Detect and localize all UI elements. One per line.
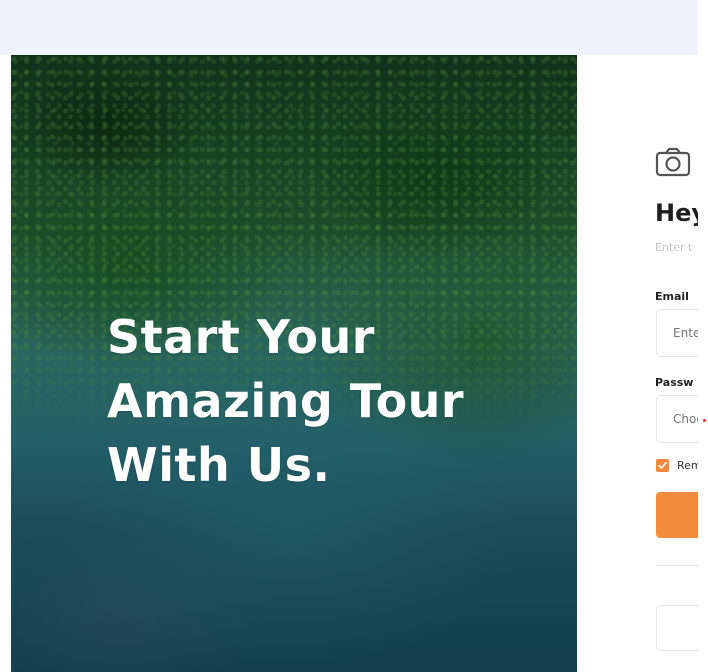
email-label: Email bbox=[655, 290, 689, 303]
secondary-button[interactable] bbox=[656, 605, 698, 651]
remember-me-row[interactable]: Rem bbox=[656, 459, 698, 472]
remember-me-checkbox[interactable] bbox=[656, 459, 669, 472]
submit-button[interactable] bbox=[656, 492, 698, 538]
checkmark-icon bbox=[658, 462, 667, 469]
form-divider bbox=[656, 565, 698, 566]
right-edge-strip bbox=[698, 0, 708, 672]
remember-me-label: Rem bbox=[677, 459, 698, 472]
password-label: Passw bbox=[655, 376, 694, 389]
hero-image-panel: Start Your Amazing Tour With Us. bbox=[11, 55, 577, 672]
hero-title: Start Your Amazing Tour With Us. bbox=[107, 305, 527, 497]
hero-title-line-1: Start Your bbox=[107, 310, 375, 364]
form-subtitle: Enter t bbox=[655, 241, 693, 254]
camera-icon bbox=[655, 147, 691, 177]
form-heading: Hey bbox=[655, 199, 698, 227]
login-form-panel: Hey Enter t Email Passw Rem bbox=[577, 55, 698, 672]
password-field[interactable] bbox=[656, 395, 698, 443]
top-background-band bbox=[0, 0, 698, 55]
cursor-dot bbox=[703, 419, 706, 422]
hero-title-line-3: With Us. bbox=[107, 438, 331, 492]
hero-title-line-2: Amazing Tour bbox=[107, 374, 465, 428]
signup-page: Start Your Amazing Tour With Us. Hey Ent… bbox=[0, 0, 708, 672]
email-field[interactable] bbox=[656, 309, 698, 357]
